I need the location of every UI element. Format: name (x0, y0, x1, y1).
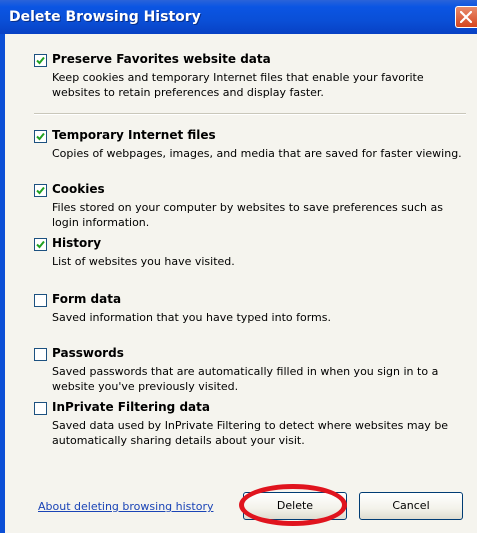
cookies-checkbox[interactable] (34, 184, 47, 197)
section-divider (34, 113, 466, 115)
option-title: InPrivate Filtering data (52, 400, 210, 414)
cancel-button[interactable]: Cancel (359, 492, 463, 520)
checkmark-icon (36, 132, 45, 141)
option-title: Form data (52, 292, 122, 306)
option-title: Passwords (52, 346, 124, 360)
option-description: Keep cookies and temporary Internet file… (52, 71, 424, 99)
delete-browsing-history-dialog: Delete Browsing History Preserve Favorit… (0, 0, 477, 533)
option-description: Saved data used by InPrivate Filtering t… (52, 419, 449, 447)
option-description: Saved information that you have typed in… (52, 311, 331, 324)
checkmark-icon (36, 56, 45, 65)
option-description: Copies of webpages, images, and media th… (52, 147, 462, 160)
inprivate-filtering-data-checkbox[interactable] (34, 402, 47, 415)
option-description: Saved passwords that are automatically f… (52, 365, 439, 393)
option-title: Cookies (52, 182, 105, 196)
dialog-title: Delete Browsing History (9, 9, 201, 25)
option-description: List of websites you have visited. (52, 255, 235, 268)
title-bar: Delete Browsing History (0, 0, 477, 35)
checkmark-icon (36, 240, 45, 249)
close-button[interactable] (455, 6, 477, 28)
dialog-body (5, 34, 477, 533)
about-deleting-history-link[interactable]: About deleting browsing history (38, 500, 213, 513)
option-title: Preserve Favorites website data (52, 52, 271, 66)
option-description: Files stored on your computer by website… (52, 201, 443, 229)
option-title: History (52, 236, 102, 250)
form-data-checkbox[interactable] (34, 294, 47, 307)
option-title: Temporary Internet files (52, 128, 216, 142)
preserve-favorites-checkbox[interactable] (34, 54, 47, 67)
delete-button[interactable]: Delete (243, 492, 347, 520)
history-checkbox[interactable] (34, 238, 47, 251)
checkmark-icon (36, 186, 45, 195)
passwords-checkbox[interactable] (34, 348, 47, 361)
temporary-internet-files-checkbox[interactable] (34, 130, 47, 143)
close-icon (460, 11, 472, 23)
